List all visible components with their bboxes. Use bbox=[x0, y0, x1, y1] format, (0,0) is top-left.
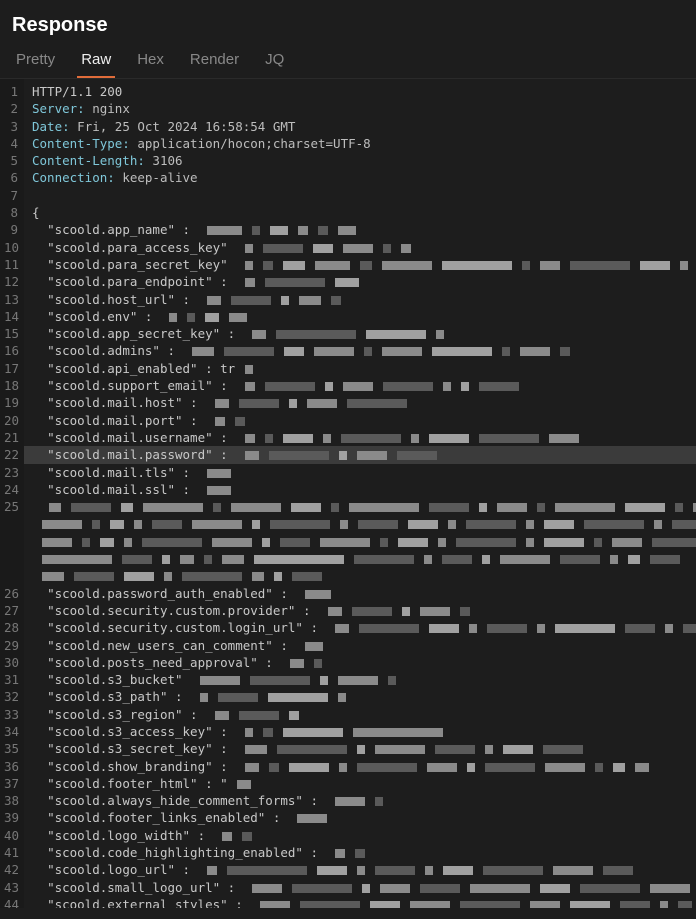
tab-jq[interactable]: JQ bbox=[261, 45, 288, 78]
code-line: "scoold.para_secret_key" bbox=[32, 256, 688, 273]
code-line: Content-Length: 3106 bbox=[32, 152, 688, 169]
code-line: "scoold.host_url" : bbox=[32, 291, 688, 308]
code-line: "scoold.mail.username" : bbox=[32, 429, 688, 446]
code-line: "scoold.mail.ssl" : bbox=[32, 481, 688, 498]
tab-pretty[interactable]: Pretty bbox=[12, 45, 59, 78]
code-line: "scoold.logo_url" : bbox=[32, 861, 688, 878]
code-line: "scoold.s3_region" : bbox=[32, 706, 688, 723]
code-line bbox=[32, 515, 688, 532]
code-line: "scoold.para_endpoint" : bbox=[32, 273, 688, 290]
code-line: "scoold.footer_html" : " bbox=[32, 775, 688, 792]
tab-render[interactable]: Render bbox=[186, 45, 243, 78]
code-line: "scoold.logo_width" : bbox=[32, 827, 688, 844]
tab-raw[interactable]: Raw bbox=[77, 45, 115, 78]
code-line: "scoold.always_hide_comment_forms" : bbox=[32, 792, 688, 809]
line-gutter: 1234567891011121314151617181920212223242… bbox=[0, 79, 24, 908]
code-line: "scoold.small_logo_url" : bbox=[32, 879, 688, 896]
code-line bbox=[32, 498, 688, 515]
code-line: HTTP/1.1 200 bbox=[32, 83, 688, 100]
code-line: Connection: keep-alive bbox=[32, 169, 688, 186]
code-line: "scoold.support_email" : bbox=[32, 377, 688, 394]
code-line: "scoold.posts_need_approval" : bbox=[32, 654, 688, 671]
code-line: "scoold.show_branding" : bbox=[32, 758, 688, 775]
code-line: "scoold.external_styles" : bbox=[32, 896, 688, 908]
code-line: "scoold.s3_bucket" bbox=[32, 671, 688, 688]
code-line: "scoold.password_auth_enabled" : bbox=[32, 585, 688, 602]
code-line: "scoold.mail.password" : bbox=[24, 446, 696, 463]
code-line: "scoold.app_secret_key" : bbox=[32, 325, 688, 342]
code-line bbox=[32, 187, 688, 204]
code-line: "scoold.env" : bbox=[32, 308, 688, 325]
code-line: Date: Fri, 25 Oct 2024 16:58:54 GMT bbox=[32, 118, 688, 135]
code-line: "scoold.api_enabled" : tr bbox=[32, 360, 688, 377]
code-line: "scoold.security.custom.provider" : bbox=[32, 602, 688, 619]
code-line: { bbox=[32, 204, 688, 221]
code-line: "scoold.code_highlighting_enabled" : bbox=[32, 844, 688, 861]
code-line: "scoold.new_users_can_comment" : bbox=[32, 637, 688, 654]
code-line: "scoold.footer_links_enabled" : bbox=[32, 809, 688, 826]
code-line: "scoold.admins" : bbox=[32, 342, 688, 359]
code-line bbox=[32, 533, 688, 550]
code-line: "scoold.s3_access_key" : bbox=[32, 723, 688, 740]
code-line bbox=[32, 567, 688, 584]
code-line: Server: nginx bbox=[32, 100, 688, 117]
code-line: "scoold.security.custom.login_url" : bbox=[32, 619, 688, 636]
code-line: Content-Type: application/hocon;charset=… bbox=[32, 135, 688, 152]
code-line bbox=[32, 550, 688, 567]
code-line: "scoold.mail.host" : bbox=[32, 394, 688, 411]
code-line: "scoold.app_name" : bbox=[32, 221, 688, 238]
code-content: HTTP/1.1 200Server: nginxDate: Fri, 25 O… bbox=[24, 79, 696, 908]
tab-hex[interactable]: Hex bbox=[133, 45, 168, 78]
panel-title: Response bbox=[12, 14, 684, 37]
code-line: "scoold.mail.port" : bbox=[32, 412, 688, 429]
code-line: "scoold.para_access_key" bbox=[32, 239, 688, 256]
response-tabs: Pretty Raw Hex Render JQ bbox=[0, 45, 696, 79]
code-viewer[interactable]: 1234567891011121314151617181920212223242… bbox=[0, 79, 696, 908]
code-line: "scoold.s3_secret_key" : bbox=[32, 740, 688, 757]
code-line: "scoold.mail.tls" : bbox=[32, 464, 688, 481]
code-line: "scoold.s3_path" : bbox=[32, 688, 688, 705]
